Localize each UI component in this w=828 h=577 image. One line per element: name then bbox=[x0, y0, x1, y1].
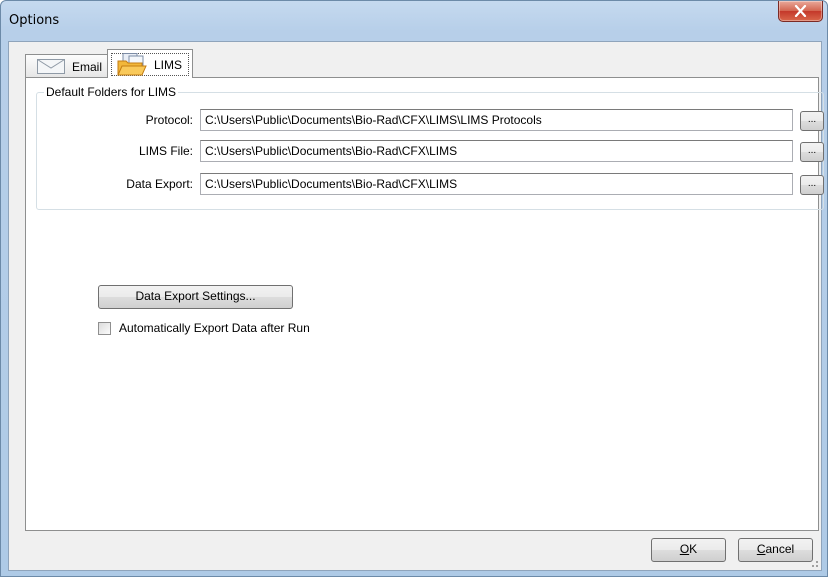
tab-email[interactable]: Email bbox=[25, 54, 108, 77]
data-export-label: Data Export: bbox=[126, 177, 193, 191]
lims-file-path-field[interactable]: C:\Users\Public\Documents\Bio-Rad\CFX\LI… bbox=[200, 140, 793, 162]
ok-button-label: OK bbox=[679, 542, 698, 556]
auto-export-checkbox[interactable] bbox=[98, 322, 111, 335]
dialog-client-area: Email LIMS Default Folders for LIMS Prot… bbox=[8, 41, 824, 571]
tab-email-label: Email bbox=[72, 60, 103, 74]
lims-file-browse-button[interactable]: ... bbox=[800, 142, 824, 162]
lims-file-label: LIMS File: bbox=[138, 144, 193, 158]
data-export-browse-button[interactable]: ... bbox=[800, 175, 824, 195]
protocol-browse-button[interactable]: ... bbox=[800, 111, 824, 131]
default-folders-group: Default Folders for LIMS Protocol: C:\Us… bbox=[36, 85, 824, 210]
close-icon bbox=[794, 5, 807, 17]
tab-lims-label: LIMS bbox=[154, 58, 183, 72]
data-export-path-field[interactable]: C:\Users\Public\Documents\Bio-Rad\CFX\LI… bbox=[200, 173, 793, 195]
protocol-path-field[interactable]: C:\Users\Public\Documents\Bio-Rad\CFX\LI… bbox=[200, 109, 793, 131]
tab-lims[interactable]: LIMS bbox=[107, 49, 193, 78]
protocol-label: Protocol: bbox=[145, 113, 193, 127]
resize-grip-icon[interactable] bbox=[809, 558, 819, 568]
cancel-button-label: Cancel bbox=[756, 542, 795, 556]
folder-icon bbox=[117, 53, 147, 76]
ok-button[interactable]: OK bbox=[651, 538, 726, 562]
title-bar[interactable]: Options bbox=[1, 1, 827, 39]
cancel-button[interactable]: Cancel bbox=[738, 538, 813, 562]
data-export-settings-button[interactable]: Data Export Settings... bbox=[98, 285, 293, 309]
window-title: Options bbox=[9, 13, 60, 28]
auto-export-label[interactable]: Automatically Export Data after Run bbox=[119, 321, 310, 335]
close-button[interactable] bbox=[778, 1, 823, 22]
lims-tab-panel: Default Folders for LIMS Protocol: C:\Us… bbox=[25, 77, 824, 531]
group-title: Default Folders for LIMS bbox=[44, 85, 179, 99]
envelope-icon bbox=[37, 59, 65, 74]
options-window: Options Email LIMS Default Folders for L… bbox=[0, 0, 828, 577]
